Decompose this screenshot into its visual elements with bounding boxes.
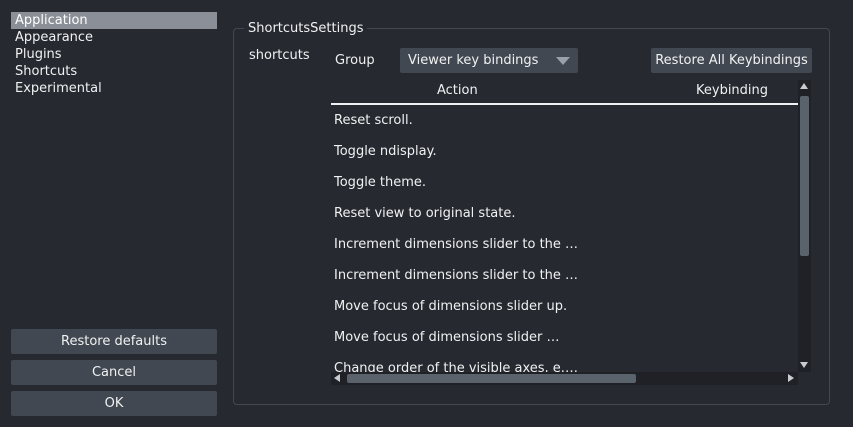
horizontal-scroll-thumb[interactable] [347, 374, 636, 383]
shortcuts-table: Reset scroll. Toggle ndisplay. Toggle th… [331, 105, 798, 372]
sidebar-item-experimental[interactable]: Experimental [11, 80, 217, 97]
table-header: Action Keybinding [331, 80, 798, 105]
column-header-action[interactable]: Action [437, 83, 478, 98]
table-row[interactable]: Move focus of dimensions slider up. [331, 291, 798, 322]
scroll-right-arrow-icon[interactable] [788, 374, 794, 382]
settings-sidebar: Application Appearance Plugins Shortcuts… [11, 12, 217, 97]
action-cell: Move focus of dimensions slider … [334, 330, 560, 345]
table-row[interactable]: Increment dimensions slider to the … [331, 229, 798, 260]
action-cell: Increment dimensions slider to the … [334, 268, 579, 283]
sidebar-item-application[interactable]: Application [11, 12, 217, 29]
restore-all-keybindings-button[interactable]: Restore All Keybindings [651, 48, 812, 73]
action-cell: Reset view to original state. [334, 206, 516, 221]
sidebar-item-appearance[interactable]: Appearance [11, 29, 217, 46]
chevron-down-icon [556, 57, 570, 65]
table-row[interactable]: Toggle ndisplay. [331, 136, 798, 167]
table-row[interactable]: Move focus of dimensions slider … [331, 322, 798, 353]
shortcuts-label: shortcuts [249, 48, 310, 63]
restore-defaults-button[interactable]: Restore defaults [11, 329, 217, 354]
table-row[interactable]: Reset scroll. [331, 105, 798, 136]
scroll-left-arrow-icon[interactable] [334, 374, 340, 382]
ok-button[interactable]: OK [11, 391, 217, 416]
vertical-scroll-thumb[interactable] [800, 96, 809, 256]
scroll-corner [798, 372, 811, 385]
action-cell: Change order of the visible axes, e.… [334, 361, 578, 372]
sidebar-item-plugins[interactable]: Plugins [11, 46, 217, 63]
action-cell: Toggle theme. [334, 175, 427, 190]
scroll-down-arrow-icon[interactable] [800, 362, 808, 368]
action-cell: Increment dimensions slider to the … [334, 237, 579, 252]
table-row[interactable]: Change order of the visible axes, e.… [331, 353, 798, 372]
group-select[interactable]: Viewer key bindings [400, 48, 578, 73]
action-cell: Move focus of dimensions slider up. [334, 299, 568, 314]
groupbox-title: ShortcutsSettings [244, 21, 368, 37]
table-row[interactable]: Increment dimensions slider to the … [331, 260, 798, 291]
table-row[interactable]: Toggle theme. [331, 167, 798, 198]
action-cell: Toggle ndisplay. [334, 144, 437, 159]
action-cell: Reset scroll. [334, 113, 413, 128]
group-select-value: Viewer key bindings [408, 53, 539, 68]
group-label: Group [335, 53, 375, 68]
sidebar-item-shortcuts[interactable]: Shortcuts [11, 63, 217, 80]
cancel-button[interactable]: Cancel [11, 360, 217, 385]
scroll-up-arrow-icon[interactable] [800, 83, 808, 89]
column-header-keybinding[interactable]: Keybinding [696, 83, 768, 98]
table-row[interactable]: Reset view to original state. [331, 198, 798, 229]
